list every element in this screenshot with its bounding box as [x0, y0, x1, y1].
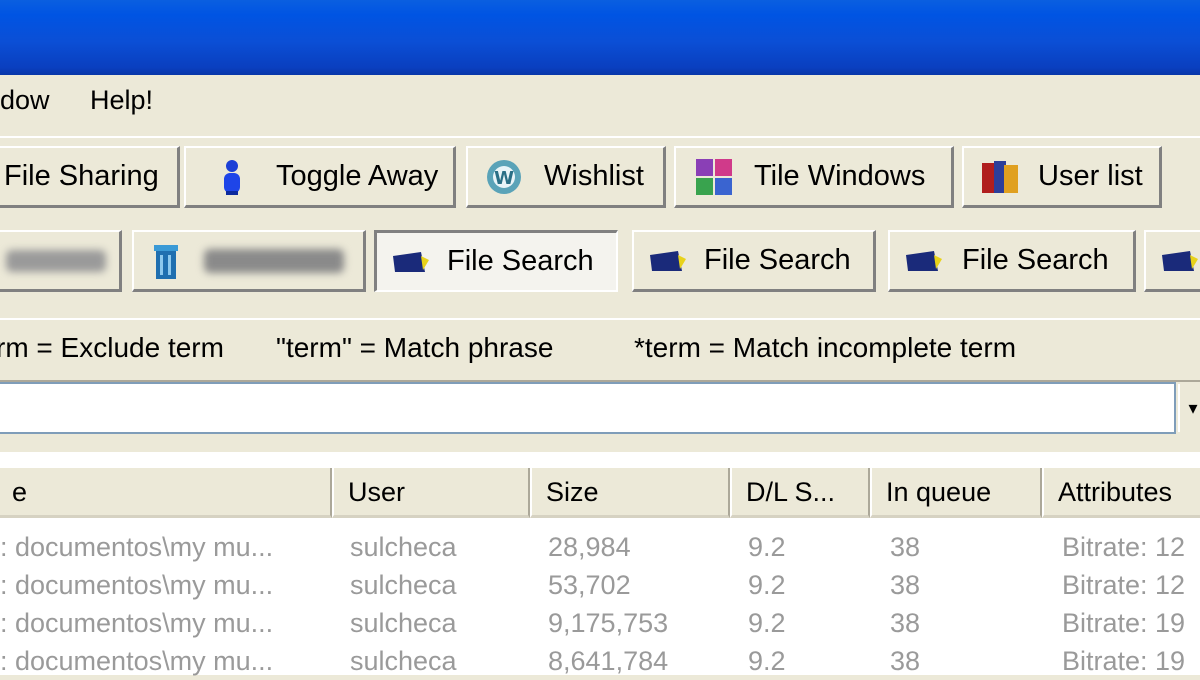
cell-size: 53,702 [548, 570, 631, 600]
user-list-icon [980, 157, 1020, 197]
cell-attributes: Bitrate: 19 [1062, 646, 1186, 676]
cell-dl-speed: 9.2 [748, 570, 786, 600]
file-sharing-button[interactable]: File Sharing [0, 146, 180, 208]
table-row[interactable]: : documentos\my mu... sulcheca 9,175,753… [0, 604, 1200, 642]
tab-file-search-3[interactable]: File Search [888, 230, 1136, 292]
table-row[interactable]: : documentos\my mu... sulcheca 8,641,784… [0, 642, 1200, 680]
cell-dl-speed: 9.2 [748, 646, 786, 676]
cell-attributes: Bitrate: 19 [1062, 608, 1186, 638]
tab-file-search-2[interactable]: File Search [632, 230, 876, 292]
tab-obscured-1[interactable] [0, 230, 122, 292]
obscured-label [6, 249, 106, 272]
tab-file-search-1[interactable]: File Search [374, 230, 618, 292]
toggle-away-button[interactable]: Toggle Away [184, 146, 456, 208]
tile-windows-button-label: Tile Windows [754, 160, 926, 192]
table-row[interactable]: : documentos\my mu... sulcheca 28,984 9.… [0, 528, 1200, 566]
tab-label: File Search [962, 244, 1109, 276]
user-list-button-label: User list [1038, 160, 1143, 192]
cell-attributes: Bitrate: 12 [1062, 532, 1186, 562]
tile-windows-icon [694, 157, 734, 197]
file-search-icon [904, 241, 944, 281]
svg-text:W: W [494, 168, 514, 189]
cell-user: sulcheca [350, 532, 457, 562]
column-header-dl-speed[interactable]: D/L S... [730, 468, 870, 518]
cell-attributes: Bitrate: 12 [1062, 570, 1186, 600]
tile-windows-button[interactable]: Tile Windows [674, 146, 954, 208]
cell-queue: 38 [890, 608, 921, 638]
search-dropdown-button[interactable]: ▾ [1178, 384, 1200, 432]
wishlist-button-label: Wishlist [544, 160, 644, 192]
cell-queue: 38 [890, 570, 921, 600]
trash-icon [146, 241, 186, 281]
toggle-away-button-label: Toggle Away [276, 160, 439, 192]
cell-queue: 38 [890, 532, 921, 562]
cell-size: 28,984 [548, 532, 631, 562]
hint-exclude: rm = Exclude term [0, 332, 224, 363]
tab-file-search-4[interactable] [1144, 230, 1200, 292]
cell-path: : documentos\my mu... [0, 608, 274, 638]
hint-incomplete: *term = Match incomplete term [634, 332, 1017, 363]
cell-path: : documentos\my mu... [0, 646, 274, 676]
table-row[interactable]: : documentos\my mu... sulcheca 53,702 9.… [0, 566, 1200, 604]
obscured-label [204, 248, 344, 273]
column-header-filename[interactable]: e [0, 468, 332, 518]
cell-queue: 38 [890, 646, 921, 676]
person-icon [212, 157, 252, 197]
menu-window[interactable]: dow [0, 84, 50, 116]
column-header-user[interactable]: User [332, 468, 530, 518]
cell-dl-speed: 9.2 [748, 608, 786, 638]
search-hint-bar: rm = Exclude term "term" = Match phrase … [0, 318, 1200, 382]
table-header: e User Size D/L S... In queue Attributes [0, 468, 1200, 518]
cell-user: sulcheca [350, 570, 457, 600]
tab-obscured-2[interactable] [132, 230, 366, 292]
column-header-in-queue[interactable]: In queue [870, 468, 1042, 518]
main-toolbar: File Sharing Toggle Away W Wishlist Tile… [0, 136, 1200, 218]
cell-user: sulcheca [350, 646, 457, 676]
cell-path: : documentos\my mu... [0, 532, 274, 562]
cell-path: : documentos\my mu... [0, 570, 274, 600]
file-search-icon [1160, 241, 1200, 281]
menu-bar: dow Help! [0, 78, 1200, 122]
cell-user: sulcheca [350, 608, 457, 638]
user-list-button[interactable]: User list [962, 146, 1162, 208]
window-tab-bar: File Search File Search File Search [0, 222, 1200, 300]
cell-size: 8,641,784 [548, 646, 669, 676]
menu-help[interactable]: Help! [90, 84, 153, 116]
tab-label: File Search [447, 245, 594, 277]
search-results-table: e User Size D/L S... In queue Attributes… [0, 452, 1200, 676]
cell-dl-speed: 9.2 [748, 532, 786, 562]
column-header-size[interactable]: Size [530, 468, 730, 518]
hint-phrase: "term" = Match phrase [276, 332, 554, 363]
window-title-bar[interactable] [0, 0, 1200, 75]
cell-size: 9,175,753 [548, 608, 669, 638]
column-header-attributes[interactable]: Attributes [1042, 468, 1200, 518]
file-sharing-button-label: File Sharing [4, 160, 159, 192]
wishlist-icon: W [484, 157, 524, 197]
file-search-icon [648, 241, 688, 281]
wishlist-button[interactable]: W Wishlist [466, 146, 666, 208]
chevron-down-icon: ▾ [1188, 397, 1198, 418]
tab-label: File Search [704, 244, 851, 276]
file-search-icon [391, 242, 431, 282]
search-input[interactable] [0, 382, 1176, 434]
